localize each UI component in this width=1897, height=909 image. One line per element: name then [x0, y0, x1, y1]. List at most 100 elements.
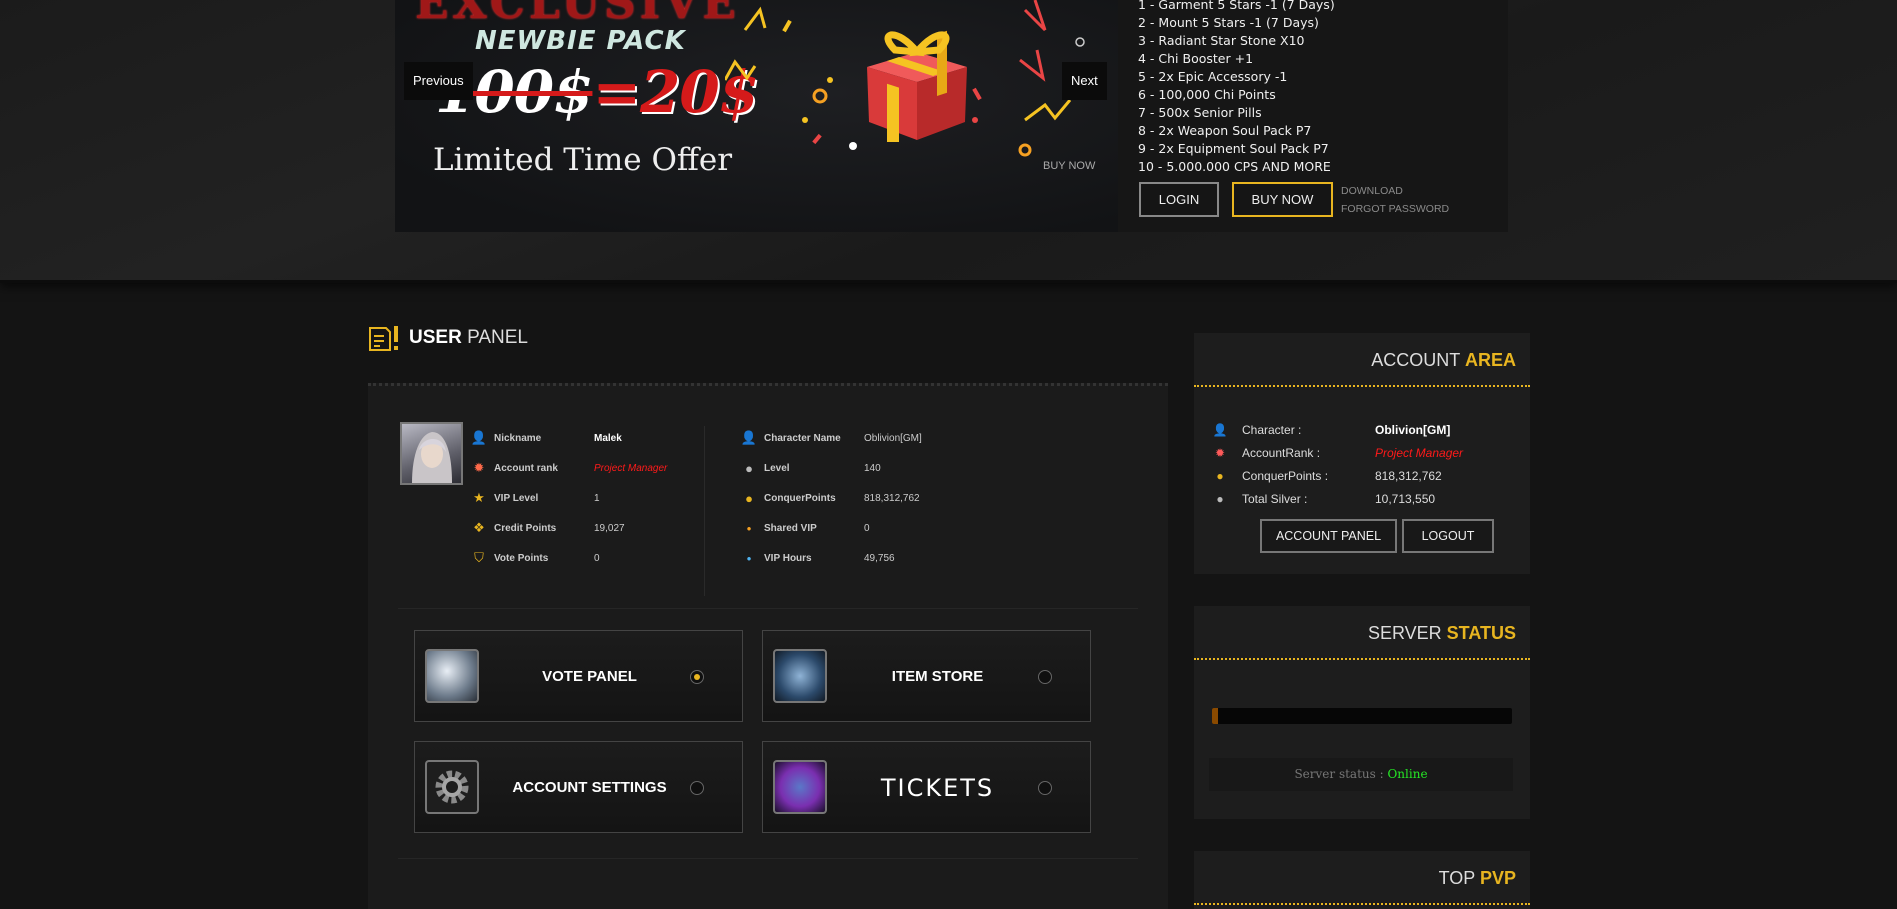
account-settings-card[interactable]: ACCOUNT SETTINGS — [414, 741, 743, 833]
gear-icon — [425, 760, 479, 814]
character-portrait — [412, 432, 452, 483]
server-status-box: SERVER STATUS Server status : Online — [1194, 606, 1530, 819]
login-button[interactable]: LOGIN — [1139, 182, 1219, 217]
offer-item: 3 - Radiant Star Stone X10 — [1138, 33, 1305, 48]
info-label: Vote Points — [494, 552, 549, 564]
info-value: 0 — [864, 522, 870, 534]
server-status-heading: SERVER STATUS — [1194, 606, 1530, 660]
info-label: Level — [764, 462, 790, 474]
hero-section: EXCLUSIVE NEWBIE PACK 100$=20$ Limited T… — [0, 0, 1897, 283]
account-row-cps: ● ConquerPoints : 818,312,762 — [1210, 464, 1510, 487]
item-store-card[interactable]: ITEM STORE — [762, 630, 1091, 722]
server-load-fill — [1212, 708, 1218, 724]
forgot-password-link[interactable]: FORGOT PASSWORD — [1341, 203, 1449, 215]
info-value: 140 — [864, 462, 881, 474]
account-info-right: 👤 Character Name Oblivion[GM] ● Level 140 ● Con… — [738, 423, 958, 573]
account-row-character: 👤 Character : Oblivion[GM] — [1210, 418, 1510, 441]
section-divider-bottom — [398, 858, 1138, 859]
info-label: ConquerPoints — [764, 492, 836, 504]
item-store-icon — [773, 649, 827, 703]
account-row-label: Total Silver : — [1242, 491, 1308, 506]
info-divider — [704, 426, 705, 596]
server-status-title-b: STATUS — [1446, 623, 1516, 643]
offer-item: 4 - Chi Booster +1 — [1138, 51, 1254, 66]
info-value: 0 — [594, 552, 600, 564]
info-label: Nickname — [494, 432, 542, 444]
info-row: ● ConquerPoints 818,312,762 — [738, 483, 958, 513]
info-value: 19,027 — [594, 522, 625, 534]
server-status-text: Server status : Online — [1209, 758, 1513, 791]
download-link[interactable]: DOWNLOAD — [1341, 185, 1403, 197]
info-label: Credit Points — [494, 522, 557, 534]
promo-banner[interactable]: EXCLUSIVE NEWBIE PACK 100$=20$ Limited T… — [395, 0, 1118, 232]
info-value: 818,312,762 — [864, 492, 920, 504]
section-divider — [398, 608, 1138, 609]
account-area-heading: ACCOUNT AREA — [1194, 333, 1530, 387]
user-panel: 👤 Nickname Malek ✹ Account rank Project Manag… — [368, 383, 1168, 909]
account-row-label: Character : — [1242, 422, 1302, 437]
info-value: Malek — [594, 432, 622, 444]
rank-icon: ✹ — [1214, 445, 1226, 460]
gold-coin-icon: ● — [745, 490, 753, 506]
offer-item: 7 - 500x Senior Pills — [1138, 105, 1262, 120]
confetti-decoration — [725, 0, 1085, 157]
tickets-label: TICKETS — [880, 774, 995, 802]
carousel-previous-button[interactable]: Previous — [404, 62, 473, 100]
info-row: ❖ Credit Points 19,027 — [468, 513, 668, 543]
server-load-bar — [1212, 708, 1512, 724]
info-label: VIP Hours — [764, 552, 812, 564]
offer-item: 2 - Mount 5 Stars -1 (7 Days) — [1138, 15, 1319, 30]
tickets-card[interactable]: TICKETS — [762, 741, 1091, 833]
account-row-rank: ✹ AccountRank : Project Manager — [1210, 441, 1510, 464]
offer-item: 9 - 2x Equipment Soul Pack P7 — [1138, 141, 1329, 156]
info-row: 👤 Character Name Oblivion[GM] — [738, 423, 958, 453]
banner-newbie-text: NEWBIE PACK — [475, 26, 686, 56]
account-panel-button[interactable]: ACCOUNT PANEL — [1260, 519, 1397, 553]
offer-item: 5 - 2x Epic Accessory -1 — [1138, 69, 1288, 84]
info-row: • Shared VIP 0 — [738, 513, 958, 543]
info-row: ● Level 140 — [738, 453, 958, 483]
shield-icon: ⛉ — [474, 550, 484, 565]
logout-button[interactable]: LOGOUT — [1402, 519, 1494, 553]
item-store-label: ITEM STORE — [891, 668, 984, 685]
account-row-value: 10,713,550 — [1375, 491, 1436, 506]
account-row-silver: ● Total Silver : 10,713,550 — [1210, 487, 1510, 510]
user-panel-title-bold: USER — [409, 327, 462, 348]
server-status-value: Online — [1387, 767, 1428, 781]
account-info-left: 👤 Nickname Malek ✹ Account rank Project Manag… — [468, 423, 668, 573]
hero-box: EXCLUSIVE NEWBIE PACK 100$=20$ Limited T… — [395, 0, 1508, 232]
banner-buy-now-link[interactable]: BUY NOW — [1043, 160, 1095, 172]
offer-item: 8 - 2x Weapon Soul Pack P7 — [1138, 123, 1312, 138]
vote-panel-card[interactable]: VOTE PANEL — [414, 630, 743, 722]
info-row: • VIP Hours 49,756 — [738, 543, 958, 573]
account-row-label: AccountRank : — [1242, 445, 1321, 460]
buy-now-button[interactable]: BUY NOW — [1232, 182, 1333, 217]
offer-item: 6 - 100,000 Chi Points — [1138, 87, 1276, 102]
account-row-label: ConquerPoints : — [1242, 468, 1329, 483]
account-row-value: Project Manager — [1375, 445, 1464, 460]
info-row: ⛉ Vote Points 0 — [468, 543, 668, 573]
info-label: Shared VIP — [764, 522, 817, 534]
info-row: ★ VIP Level 1 — [468, 483, 668, 513]
gear-glyph — [435, 770, 469, 804]
account-area-title-a: ACCOUNT — [1371, 350, 1465, 370]
info-label: Account rank — [494, 462, 558, 474]
offer-item: 1 - Garment 5 Stars -1 (7 Days) — [1138, 0, 1335, 12]
silver-coin-icon: ● — [745, 460, 753, 476]
tickets-icon — [773, 760, 827, 814]
account-area-box: ACCOUNT AREA 👤 Character : Oblivion[GM] … — [1194, 333, 1530, 574]
info-value: 1 — [594, 492, 600, 504]
top-pvp-title-a: TOP — [1438, 868, 1480, 888]
user-panel-heading: USER PANEL — [368, 324, 528, 352]
vote-panel-label: VOTE PANEL — [542, 668, 637, 685]
user-panel-title: USER PANEL — [409, 327, 528, 349]
user-panel-title-rest: PANEL — [461, 327, 528, 348]
blue-dot-icon: • — [746, 550, 752, 566]
top-pvp-box: TOP PVP — [1194, 851, 1530, 909]
gold-coin-icon: ● — [1216, 468, 1224, 483]
tickets-indicator — [1038, 781, 1052, 795]
orange-dot-icon: • — [746, 520, 752, 536]
info-value: Oblivion[GM] — [864, 432, 922, 444]
banner-limited-text: Limited Time Offer — [433, 142, 733, 178]
carousel-next-button[interactable]: Next — [1062, 62, 1107, 100]
